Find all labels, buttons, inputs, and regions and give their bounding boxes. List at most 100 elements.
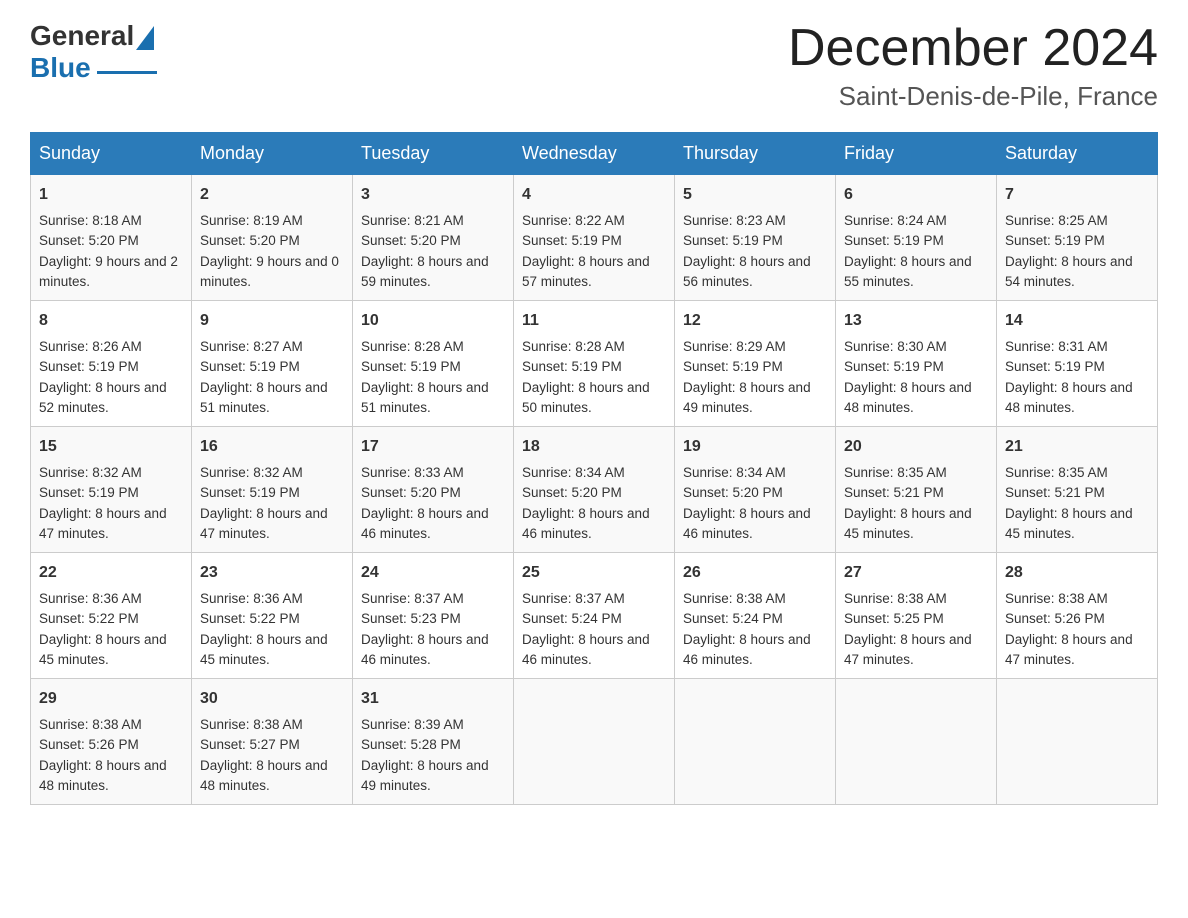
sunrise-text: Sunrise: 8:32 AM bbox=[39, 463, 183, 483]
daylight-text: Daylight: 8 hours and 51 minutes. bbox=[200, 378, 344, 419]
day-number: 5 bbox=[683, 183, 827, 207]
calendar-week-row: 22 Sunrise: 8:36 AMSunset: 5:22 PM Dayligh… bbox=[31, 553, 1158, 679]
day-number: 22 bbox=[39, 561, 183, 585]
sunset-text: Sunset: 5:19 PM bbox=[1005, 357, 1149, 377]
daylight-text: Daylight: 8 hours and 48 minutes. bbox=[39, 756, 183, 797]
day-number: 29 bbox=[39, 687, 183, 711]
logo: General Blue bbox=[30, 20, 157, 84]
daylight-text: Daylight: 8 hours and 49 minutes. bbox=[683, 378, 827, 419]
daylight-text: Daylight: 8 hours and 45 minutes. bbox=[1005, 504, 1149, 545]
sunset-text: Sunset: 5:26 PM bbox=[39, 735, 183, 755]
table-row bbox=[836, 679, 997, 805]
sunrise-text: Sunrise: 8:34 AM bbox=[522, 463, 666, 483]
daylight-text: Daylight: 8 hours and 56 minutes. bbox=[683, 252, 827, 293]
day-number: 28 bbox=[1005, 561, 1149, 585]
sunset-text: Sunset: 5:19 PM bbox=[361, 357, 505, 377]
table-row: 8Sunrise: 8:26 AMSunset: 5:19 PMDaylight… bbox=[31, 301, 192, 427]
table-row bbox=[514, 679, 675, 805]
daylight-text: Daylight: 8 hours and 57 minutes. bbox=[522, 252, 666, 293]
sunset-text: Sunset: 5:25 PM bbox=[844, 609, 988, 629]
sunset-text: Sunset: 5:21 PM bbox=[844, 483, 988, 503]
daylight-text: Daylight: 8 hours and 59 minutes. bbox=[361, 252, 505, 293]
sunrise-text: Sunrise: 8:28 AM bbox=[361, 337, 505, 357]
location-subtitle: Saint-Denis-de-Pile, France bbox=[788, 81, 1158, 112]
sunset-text: Sunset: 5:28 PM bbox=[361, 735, 505, 755]
sunset-text: Sunset: 5:20 PM bbox=[39, 231, 183, 251]
table-row: 18Sunrise: 8:34 AMSunset: 5:20 PMDayligh… bbox=[514, 427, 675, 553]
logo-general-text: General bbox=[30, 20, 134, 52]
daylight-text: Daylight: 8 hours and 47 minutes. bbox=[1005, 630, 1149, 671]
day-number: 15 bbox=[39, 435, 183, 459]
table-row: 15 Sunrise: 8:32 AMSunset: 5:19 PMDayligh… bbox=[31, 427, 192, 553]
sunset-text: Sunset: 5:20 PM bbox=[683, 483, 827, 503]
day-number: 11 bbox=[522, 309, 666, 333]
table-row: 2Sunrise: 8:19 AMSunset: 5:20 PMDaylight… bbox=[192, 175, 353, 301]
page-header: General Blue December 2024 Saint-Denis-d… bbox=[30, 20, 1158, 112]
day-number: 16 bbox=[200, 435, 344, 459]
sunset-text: Sunset: 5:22 PM bbox=[39, 609, 183, 629]
table-row: 29Sunrise: 8:38 AMSunset: 5:26 PMDayligh… bbox=[31, 679, 192, 805]
sunrise-text: Sunrise: 8:38 AM bbox=[1005, 589, 1149, 609]
sunrise-text: Sunrise: 8:33 AM bbox=[361, 463, 505, 483]
daylight-text: Daylight: 8 hours and 49 minutes. bbox=[361, 756, 505, 797]
sunset-text: Sunset: 5:20 PM bbox=[361, 483, 505, 503]
col-sunday: Sunday bbox=[31, 133, 192, 175]
sunset-text: Sunset: 5:19 PM bbox=[844, 231, 988, 251]
sunrise-text: Sunrise: 8:29 AM bbox=[683, 337, 827, 357]
table-row: 10 Sunrise: 8:28 AMSunset: 5:19 PMDayligh… bbox=[353, 301, 514, 427]
sunset-text: Sunset: 5:19 PM bbox=[844, 357, 988, 377]
sunset-text: Sunset: 5:19 PM bbox=[200, 483, 344, 503]
day-number: 8 bbox=[39, 309, 183, 333]
daylight-text: Daylight: 8 hours and 46 minutes. bbox=[361, 504, 505, 545]
sunset-text: Sunset: 5:23 PM bbox=[361, 609, 505, 629]
table-row: 28 Sunrise: 8:38 AMSunset: 5:26 PMDayligh… bbox=[997, 553, 1158, 679]
logo-blue-text: Blue bbox=[30, 52, 91, 83]
table-row: 11Sunrise: 8:28 AMSunset: 5:19 PMDayligh… bbox=[514, 301, 675, 427]
daylight-text: Daylight: 8 hours and 46 minutes. bbox=[683, 630, 827, 671]
day-number: 10 bbox=[361, 309, 505, 333]
sunset-text: Sunset: 5:26 PM bbox=[1005, 609, 1149, 629]
sunrise-text: Sunrise: 8:23 AM bbox=[683, 211, 827, 231]
daylight-text: Daylight: 8 hours and 47 minutes. bbox=[844, 630, 988, 671]
day-number: 26 bbox=[683, 561, 827, 585]
daylight-text: Daylight: 8 hours and 46 minutes. bbox=[522, 630, 666, 671]
sunrise-text: Sunrise: 8:35 AM bbox=[1005, 463, 1149, 483]
calendar-week-row: 29Sunrise: 8:38 AMSunset: 5:26 PMDayligh… bbox=[31, 679, 1158, 805]
sunset-text: Sunset: 5:19 PM bbox=[39, 483, 183, 503]
sunrise-text: Sunrise: 8:36 AM bbox=[39, 589, 183, 609]
sunrise-text: Sunrise: 8:38 AM bbox=[200, 715, 344, 735]
sunrise-text: Sunrise: 8:19 AM bbox=[200, 211, 344, 231]
table-row: 23Sunrise: 8:36 AMSunset: 5:22 PMDayligh… bbox=[192, 553, 353, 679]
daylight-text: Daylight: 8 hours and 52 minutes. bbox=[39, 378, 183, 419]
daylight-text: Daylight: 8 hours and 47 minutes. bbox=[200, 504, 344, 545]
sunrise-text: Sunrise: 8:38 AM bbox=[683, 589, 827, 609]
sunset-text: Sunset: 5:20 PM bbox=[200, 231, 344, 251]
sunrise-text: Sunrise: 8:30 AM bbox=[844, 337, 988, 357]
sunset-text: Sunset: 5:21 PM bbox=[1005, 483, 1149, 503]
calendar-header-row: Sunday Monday Tuesday Wednesday Thursday… bbox=[31, 133, 1158, 175]
sunset-text: Sunset: 5:19 PM bbox=[522, 231, 666, 251]
sunrise-text: Sunrise: 8:37 AM bbox=[361, 589, 505, 609]
sunset-text: Sunset: 5:24 PM bbox=[683, 609, 827, 629]
table-row: 14Sunrise: 8:31 AMSunset: 5:19 PMDayligh… bbox=[997, 301, 1158, 427]
daylight-text: Daylight: 8 hours and 48 minutes. bbox=[1005, 378, 1149, 419]
daylight-text: Daylight: 8 hours and 51 minutes. bbox=[361, 378, 505, 419]
col-thursday: Thursday bbox=[675, 133, 836, 175]
sunrise-text: Sunrise: 8:24 AM bbox=[844, 211, 988, 231]
table-row: 24Sunrise: 8:37 AMSunset: 5:23 PMDayligh… bbox=[353, 553, 514, 679]
daylight-text: Daylight: 8 hours and 46 minutes. bbox=[683, 504, 827, 545]
sunrise-text: Sunrise: 8:34 AM bbox=[683, 463, 827, 483]
title-area: December 2024 Saint-Denis-de-Pile, Franc… bbox=[788, 20, 1158, 112]
month-title: December 2024 bbox=[788, 20, 1158, 77]
sunrise-text: Sunrise: 8:38 AM bbox=[844, 589, 988, 609]
sunset-text: Sunset: 5:19 PM bbox=[683, 231, 827, 251]
day-number: 27 bbox=[844, 561, 988, 585]
table-row: 30Sunrise: 8:38 AMSunset: 5:27 PMDayligh… bbox=[192, 679, 353, 805]
table-row bbox=[675, 679, 836, 805]
day-number: 2 bbox=[200, 183, 344, 207]
daylight-text: Daylight: 8 hours and 47 minutes. bbox=[39, 504, 183, 545]
day-number: 21 bbox=[1005, 435, 1149, 459]
table-row: 21 Sunrise: 8:35 AMSunset: 5:21 PMDayligh… bbox=[997, 427, 1158, 553]
day-number: 25 bbox=[522, 561, 666, 585]
table-row: 31Sunrise: 8:39 AMSunset: 5:28 PMDayligh… bbox=[353, 679, 514, 805]
